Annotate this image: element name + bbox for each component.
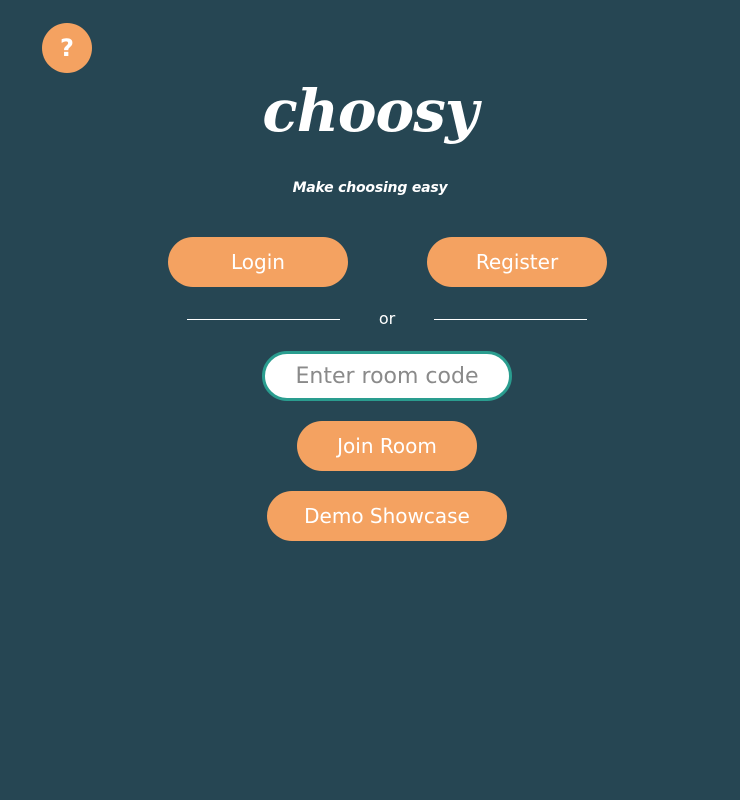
logo: choosy [262,77,478,145]
join-room-button[interactable]: Join Room [297,421,477,471]
help-button[interactable]: ? [42,23,92,73]
tagline: Make choosing easy [292,180,448,196]
register-button[interactable]: Register [427,237,607,287]
demo-showcase-button[interactable]: Demo Showcase [267,491,507,541]
divider-line-left [187,319,340,320]
divider-line-right [434,319,587,320]
divider-text: or [378,309,396,328]
question-mark-icon: ? [60,34,74,62]
room-code-input[interactable] [262,351,512,401]
login-button[interactable]: Login [168,237,348,287]
